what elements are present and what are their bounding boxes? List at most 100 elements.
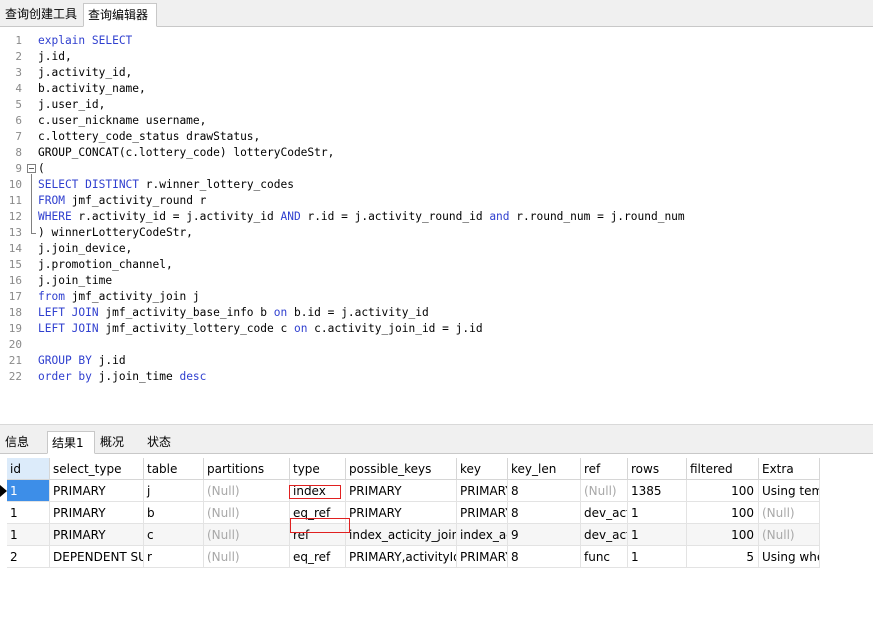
column-header[interactable]: possible_keys <box>346 458 457 480</box>
sql-editor[interactable]: 1 2 3 4 5 6 7 8 9 10 11 12 13 14 15 16 17 18 19 20 21 22 expl… <box>0 28 873 424</box>
table-row[interactable]: 1PRIMARYc(Null)refindex_acticity_join_id… <box>0 524 820 546</box>
column-header[interactable]: partitions <box>204 458 290 480</box>
sql-keyword: on <box>273 306 288 319</box>
table-cell[interactable]: PRIMARY <box>457 502 508 524</box>
table-cell[interactable]: eq_ref <box>290 546 346 568</box>
tab-query-builder[interactable]: 查询创建工具 <box>1 3 83 27</box>
table-cell[interactable]: 1 <box>7 524 50 546</box>
column-header[interactable]: key <box>457 458 508 480</box>
table-cell[interactable]: PRIMARY <box>50 524 144 546</box>
result-tab[interactable]: 信息 <box>1 431 45 454</box>
table-cell[interactable]: DEPENDENT SUBQUERY <box>50 546 144 568</box>
sql-text: j.user_id, <box>38 98 106 111</box>
result-grid[interactable]: id select_type table partitions type possible… <box>0 455 873 623</box>
table-cell[interactable]: PRIMARY <box>346 502 457 524</box>
table-cell[interactable]: 100 <box>687 502 759 524</box>
code-line: b.activity_name, <box>38 81 146 97</box>
table-cell[interactable]: 9 <box>508 524 581 546</box>
table-cell[interactable]: (Null) <box>204 480 290 502</box>
table-cell[interactable]: dev_activity.j.id <box>581 524 628 546</box>
table-cell[interactable]: Using temporary <box>759 480 820 502</box>
highlight-annotation-box <box>289 485 341 499</box>
table-cell[interactable]: j <box>144 480 204 502</box>
column-header[interactable]: id <box>7 458 50 480</box>
line-number-gutter: 1 2 3 4 5 6 7 8 9 10 11 12 13 14 15 16 17 18 19 20 21 22 <box>0 28 38 424</box>
table-cell[interactable]: (Null) <box>204 502 290 524</box>
tab-query-editor[interactable]: 查询编辑器 <box>83 3 157 27</box>
sql-text: c.user_nickname username, <box>38 114 207 127</box>
table-cell[interactable]: PRIMARY <box>457 546 508 568</box>
code-line: GROUP_CONCAT(c.lottery_code) lotteryCode… <box>38 145 334 161</box>
code-line: explain SELECT <box>38 33 132 49</box>
code-line: j.activity_id, <box>38 65 132 81</box>
code-line: j.join_time <box>38 273 112 289</box>
table-cell[interactable]: 5 <box>687 546 759 568</box>
table-cell[interactable]: c <box>144 524 204 546</box>
table-cell[interactable]: 1 <box>628 546 687 568</box>
line-number: 14 <box>8 242 22 255</box>
code-line: c.lottery_code_status drawStatus, <box>38 129 260 145</box>
table-cell[interactable]: Using where <box>759 546 820 568</box>
table-cell[interactable]: 1 <box>7 480 50 502</box>
line-number: 5 <box>15 98 22 111</box>
sql-keyword: desc <box>179 370 207 383</box>
table-row[interactable]: 1 PRIMARY j (Null) index PRIMARY PRIMARY 8 (Null… <box>0 480 820 502</box>
table-cell[interactable]: 2 <box>7 546 50 568</box>
query-tab-bar: 查询创建工具 查询编辑器 <box>0 0 873 27</box>
column-header[interactable]: Extra <box>759 458 820 480</box>
fold-end-marker <box>31 233 36 234</box>
code-line: j.join_device, <box>38 241 132 257</box>
table-cell[interactable]: 8 <box>508 480 581 502</box>
table-cell[interactable]: (Null) <box>204 524 290 546</box>
result-tab[interactable]: 概况 <box>96 431 142 454</box>
table-cell[interactable]: index_acticity_join_id <box>346 524 457 546</box>
table-cell[interactable]: 8 <box>508 502 581 524</box>
code-line: LEFT JOIN jmf_activity_lottery_code c on… <box>38 321 483 337</box>
column-header[interactable]: filtered <box>687 458 759 480</box>
column-header[interactable]: type <box>290 458 346 480</box>
line-number: 6 <box>15 114 22 127</box>
table-cell[interactable]: (Null) <box>759 502 820 524</box>
result-tab[interactable]: 结果1 <box>47 431 95 454</box>
table-cell[interactable]: 1 <box>628 524 687 546</box>
table-cell[interactable]: (Null) <box>759 524 820 546</box>
table-cell[interactable]: (Null) <box>581 480 628 502</box>
sql-keyword: SELECT DISTINCT <box>38 178 140 191</box>
column-header[interactable]: ref <box>581 458 628 480</box>
table-row[interactable]: 2DEPENDENT SUBQUERYr(Null)eq_refPRIMARY,… <box>0 546 820 568</box>
code-line: SELECT DISTINCT r.winner_lottery_codes <box>38 177 294 193</box>
table-cell[interactable]: 1385 <box>628 480 687 502</box>
column-header[interactable]: select_type <box>50 458 144 480</box>
sql-text: ) winnerLotteryCodeStr, <box>38 226 193 239</box>
line-number: 22 <box>8 370 22 383</box>
table-cell[interactable]: PRIMARY <box>457 480 508 502</box>
table-cell[interactable]: PRIMARY,activityId <box>346 546 457 568</box>
sql-text: j.id, <box>38 50 72 63</box>
table-cell[interactable]: 1 <box>628 502 687 524</box>
table-cell[interactable]: (Null) <box>204 546 290 568</box>
table-cell[interactable]: 100 <box>687 480 759 502</box>
table-cell[interactable]: r <box>144 546 204 568</box>
table-cell[interactable]: PRIMARY <box>50 480 144 502</box>
table-cell[interactable]: func <box>581 546 628 568</box>
table-cell[interactable]: 8 <box>508 546 581 568</box>
table-cell[interactable]: b <box>144 502 204 524</box>
fold-toggle-icon[interactable] <box>27 164 36 173</box>
sql-text: b.id = j.activity_id <box>287 306 429 319</box>
table-cell[interactable]: 100 <box>687 524 759 546</box>
sql-text: r.activity_id = j.activity_id <box>71 210 281 223</box>
sql-text: j.activity_id, <box>38 66 133 79</box>
table-cell[interactable]: PRIMARY <box>50 502 144 524</box>
table-cell[interactable]: PRIMARY <box>346 480 457 502</box>
column-header[interactable]: key_len <box>508 458 581 480</box>
column-header[interactable]: rows <box>628 458 687 480</box>
code-line: j.id, <box>38 49 72 65</box>
table-cell[interactable]: dev_activity.j.activity_id <box>581 502 628 524</box>
table-row[interactable]: 1 PRIMARY b (Null) eq_ref PRIMARY PRIMARY 8 dev_… <box>0 502 820 524</box>
table-cell[interactable]: index_acticity_join_id <box>457 524 508 546</box>
result-tab-bar: 信息 结果1 概况 状态 <box>0 428 873 454</box>
column-header[interactable]: table <box>144 458 204 480</box>
result-tab[interactable]: 状态 <box>143 431 187 454</box>
table-cell[interactable]: 1 <box>7 502 50 524</box>
code-line: FROM jmf_activity_round r <box>38 193 206 209</box>
